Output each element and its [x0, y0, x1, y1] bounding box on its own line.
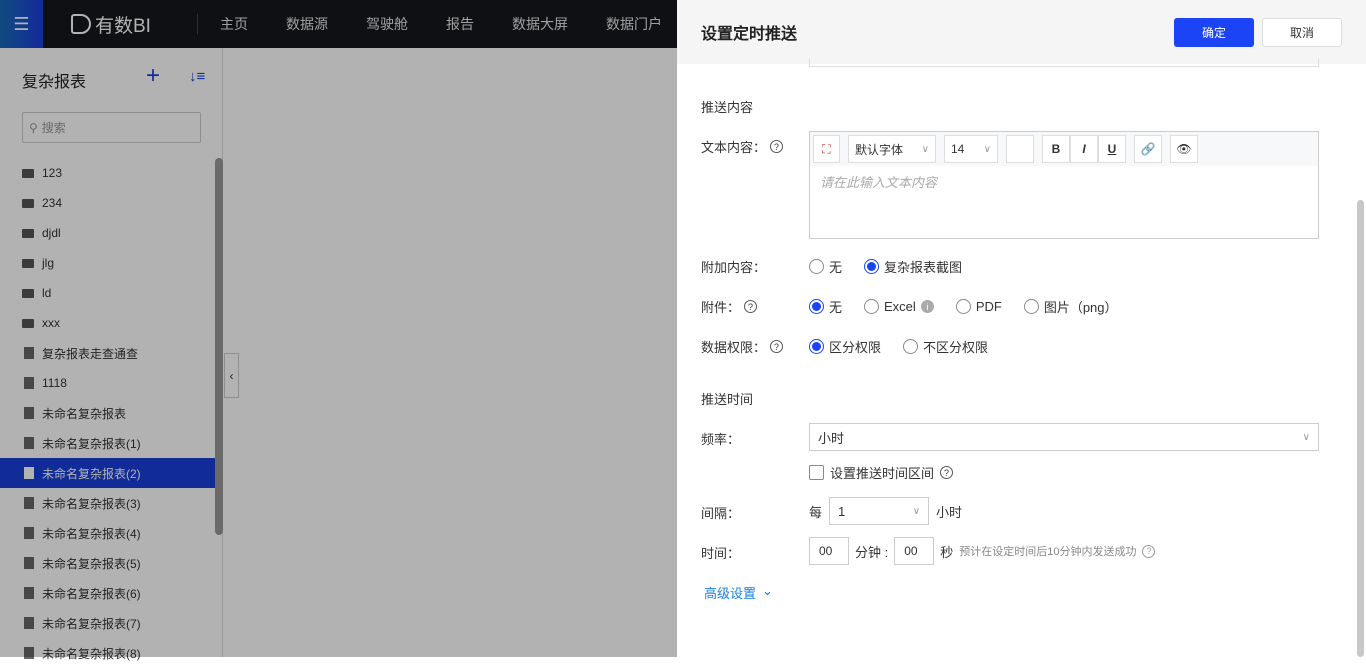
interval-value: 1: [838, 503, 846, 519]
radio-excel[interactable]: Excel i: [864, 299, 934, 314]
text-editor: ⛶ 默认字体 ∨ 14 ∨ B I U 🔗 👁 请在此输入文本内容: [809, 131, 1319, 239]
modal-overlay[interactable]: [0, 0, 677, 657]
help-icon[interactable]: ?: [1142, 544, 1156, 558]
radio-label: Excel: [884, 299, 916, 314]
fullscreen-icon[interactable]: ⛶: [813, 135, 840, 163]
radio-none[interactable]: 无: [809, 297, 842, 316]
help-icon[interactable]: ?: [940, 466, 954, 479]
push-settings-drawer: 设置定时推送 确定 取消 推送内容 文本内容：? ⛶ 默认字体 ∨ 14 ∨ B I…: [677, 0, 1366, 657]
chevron-down-icon: ⌄: [762, 583, 773, 598]
confirm-button[interactable]: 确定: [1174, 18, 1254, 47]
checkbox-label: 设置推送时间区间: [830, 466, 935, 481]
chevron-down-icon: ∨: [983, 143, 991, 155]
radio-label: 不区分权限: [923, 340, 989, 355]
radio-circle: [864, 259, 880, 274]
radio-png[interactable]: 图片（png）: [1023, 297, 1118, 316]
underline-button[interactable]: U: [1098, 135, 1126, 163]
info-icon[interactable]: i: [920, 300, 934, 313]
editor-toolbar: ⛶ 默认字体 ∨ 14 ∨ B I U 🔗 👁: [810, 132, 1318, 166]
radio-circle: [809, 339, 824, 354]
perm-label: 数据权限：: [701, 340, 767, 355]
interval-unit: 小时: [936, 504, 963, 520]
freq-value: 小时: [818, 430, 845, 446]
frequency-select[interactable]: 小时 ∨: [809, 423, 1319, 451]
attachment-radios: 无 Excel i PDF 图片（png）: [809, 297, 1140, 316]
minutes-unit: 分钟 :: [855, 544, 889, 560]
drawer-title: 设置定时推送: [701, 26, 798, 43]
text-placeholder[interactable]: 请在此输入文本内容: [810, 166, 1318, 197]
radio-label: 无: [829, 300, 843, 315]
interval-prefix: 每: [809, 504, 823, 520]
radio-none[interactable]: 无: [809, 257, 842, 276]
section-time: 推送时间: [701, 392, 754, 407]
help-icon[interactable]: ?: [770, 340, 784, 353]
attach-content-label: 附加内容：: [701, 260, 767, 275]
link-icon[interactable]: 🔗: [1134, 135, 1162, 163]
chevron-down-icon: ∨: [1302, 431, 1310, 443]
radio-circle: [809, 299, 824, 314]
seconds-unit: 秒: [940, 544, 954, 560]
interval-label: 间隔：: [701, 506, 741, 521]
radio-pdf[interactable]: PDF: [955, 299, 1002, 314]
radio-circle: [864, 299, 880, 314]
section-content: 推送内容: [701, 100, 754, 115]
range-checkbox[interactable]: 设置推送时间区间?: [809, 463, 954, 482]
chevron-down-icon: ∨: [921, 143, 929, 155]
bold-button[interactable]: B: [1042, 135, 1070, 163]
font-value: 默认字体: [855, 142, 904, 157]
freq-label: 频率：: [701, 432, 741, 447]
size-select[interactable]: 14 ∨: [944, 135, 998, 163]
advanced-settings-toggle[interactable]: 高级设置 ⌄: [704, 583, 773, 602]
perm-radios: 区分权限 不区分权限: [809, 337, 1010, 356]
cancel-button[interactable]: 取消: [1262, 18, 1342, 47]
size-value: 14: [951, 142, 965, 156]
radio-circle: [903, 339, 919, 354]
advanced-label: 高级设置: [704, 586, 757, 601]
seconds-input[interactable]: 00: [894, 537, 935, 565]
radio-circle: [809, 259, 824, 274]
color-picker[interactable]: [1006, 135, 1034, 163]
help-icon[interactable]: ?: [770, 140, 784, 153]
text-label: 文本内容：: [701, 140, 767, 155]
time-hint: 预计在设定时间后10分钟内发送成功: [959, 546, 1137, 558]
time-label: 时间：: [701, 546, 741, 561]
italic-button[interactable]: I: [1070, 135, 1098, 163]
radio-label: 区分权限: [829, 340, 882, 355]
radio-circle: [1023, 299, 1039, 314]
radio-no-distinguish[interactable]: 不区分权限: [903, 337, 988, 356]
font-select[interactable]: 默认字体 ∨: [848, 135, 936, 163]
radio-circle: [955, 299, 971, 314]
radio-label: 复杂报表截图: [884, 260, 963, 275]
interval-select[interactable]: 1 ∨: [829, 497, 930, 525]
radio-distinguish[interactable]: 区分权限: [809, 337, 881, 356]
attach-content-radios: 无 复杂报表截图: [809, 257, 984, 276]
checkbox[interactable]: [809, 465, 824, 480]
preview-eye-icon[interactable]: 👁: [1170, 135, 1198, 163]
radio-screenshot[interactable]: 复杂报表截图: [864, 257, 962, 276]
attachment-label: 附件：: [701, 300, 741, 315]
radio-label: 图片（png）: [1043, 300, 1118, 315]
chevron-down-icon: ∨: [912, 505, 921, 517]
minutes-input[interactable]: 00: [809, 537, 849, 565]
drawer-header: 设置定时推送 确定 取消: [677, 0, 1366, 64]
radio-label: 无: [829, 260, 843, 275]
field-partial[interactable]: [809, 58, 1319, 67]
scrollbar[interactable]: [1357, 200, 1364, 657]
help-icon[interactable]: ?: [744, 300, 758, 313]
radio-label: PDF: [975, 299, 1002, 314]
